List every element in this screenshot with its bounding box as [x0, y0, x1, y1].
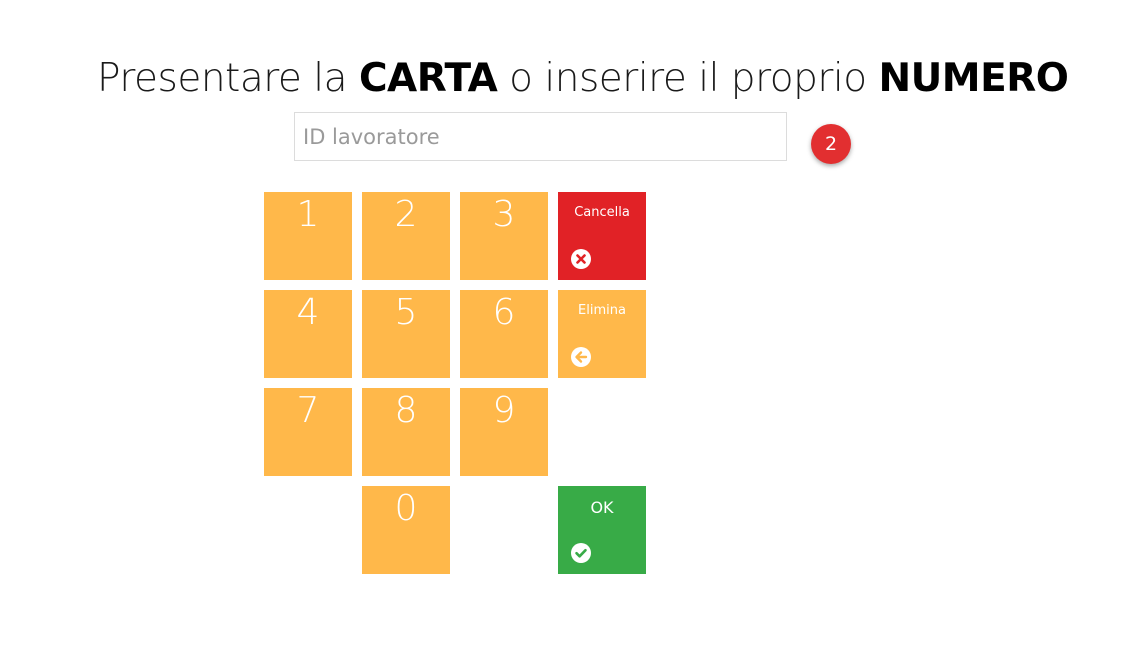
check-circle-icon [571, 543, 591, 563]
title-bold-number: NUMERO [878, 56, 1069, 101]
key-2[interactable]: 2 [362, 192, 450, 280]
worker-id-input[interactable] [294, 112, 787, 161]
ok-button[interactable]: OK [558, 486, 646, 574]
key-4[interactable]: 4 [264, 290, 352, 378]
key-8[interactable]: 8 [362, 388, 450, 476]
key-3[interactable]: 3 [460, 192, 548, 280]
page-title: Presentare la CARTA o inserire il propri… [97, 56, 1069, 101]
title-bold-card: CARTA [358, 56, 498, 101]
key-6[interactable]: 6 [460, 290, 548, 378]
cancel-label: Cancella [574, 205, 630, 220]
key-9[interactable]: 9 [460, 388, 548, 476]
ok-label: OK [590, 498, 614, 517]
close-circle-icon [571, 249, 591, 269]
key-5[interactable]: 5 [362, 290, 450, 378]
key-1[interactable]: 1 [264, 192, 352, 280]
arrow-left-circle-icon [571, 347, 591, 367]
cancel-button[interactable]: Cancella [558, 192, 646, 280]
delete-button[interactable]: Elimina [558, 290, 646, 378]
title-text-1: Presentare la [97, 56, 359, 101]
title-text-2: o inserire il proprio [497, 56, 879, 101]
key-7[interactable]: 7 [264, 388, 352, 476]
notification-badge: 2 [811, 124, 851, 164]
key-0[interactable]: 0 [362, 486, 450, 574]
delete-label: Elimina [578, 303, 626, 318]
